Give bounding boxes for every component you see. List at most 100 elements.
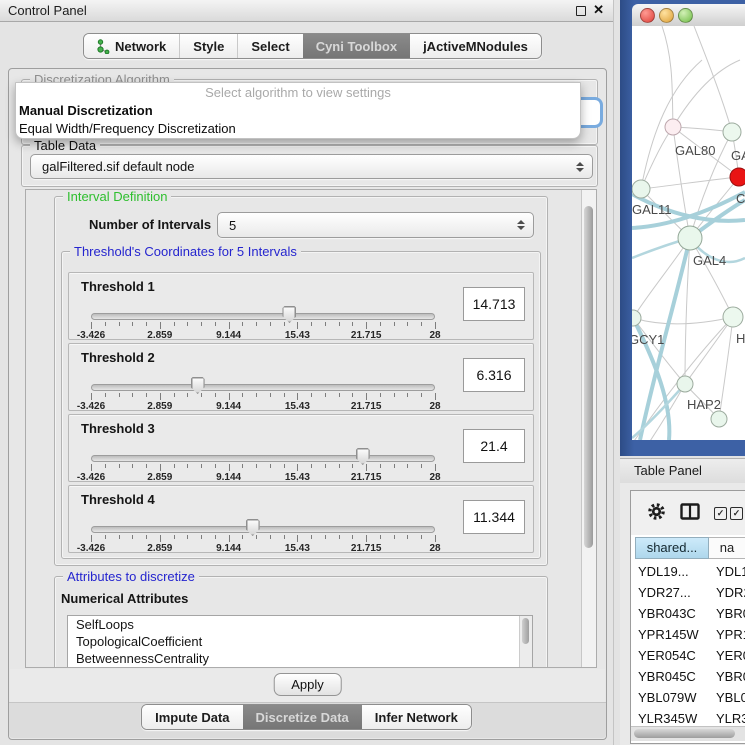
tab-network[interactable]: Network — [84, 34, 179, 58]
cell-shared-name[interactable]: YBR045C — [631, 666, 709, 687]
cell-name[interactable]: YDR2 — [709, 582, 745, 603]
dropdown-option-manual-discretization[interactable]: Manual Discretization — [16, 102, 580, 120]
tab-style[interactable]: Style — [179, 34, 237, 58]
threshold-3-label: Threshold 3 — [81, 421, 155, 436]
attribute-item[interactable]: TopologicalCoefficient — [68, 633, 532, 650]
table-row[interactable]: YDL19...YDL1 — [631, 561, 745, 582]
close-icon[interactable]: ✕ — [593, 2, 604, 18]
table-data-combobox[interactable]: galFiltered.sif default node — [30, 154, 593, 179]
column-header-shared-name[interactable]: shared... — [635, 537, 709, 559]
minimize-traffic-light-icon[interactable] — [659, 8, 674, 23]
apply-button[interactable]: Apply — [273, 673, 342, 696]
tick-mark — [394, 464, 395, 468]
tick-mark — [380, 535, 381, 539]
checkbox-icon[interactable]: ✓ — [714, 507, 727, 520]
network-node-c[interactable] — [730, 168, 745, 186]
table-horizontal-scrollbar[interactable] — [631, 726, 745, 741]
tick-mark — [421, 393, 422, 397]
table-row[interactable]: YBL079WYBL0 — [631, 687, 745, 708]
cell-shared-name[interactable]: YPR145W — [631, 624, 709, 645]
cell-name[interactable]: YDL1 — [709, 561, 745, 582]
network-node-gal11[interactable] — [632, 180, 650, 198]
tab-jactivemnodules[interactable]: jActiveMNodules — [410, 34, 541, 58]
network-node-gal4[interactable] — [678, 226, 702, 250]
table-row[interactable]: YLR345WYLR3 — [631, 708, 745, 726]
slider-track[interactable] — [91, 526, 435, 533]
tick-mark — [284, 464, 285, 468]
tab-impute-data[interactable]: Impute Data — [142, 705, 242, 729]
close-traffic-light-icon[interactable] — [640, 8, 655, 23]
network-graph[interactable]: GAL80GACGAL11GAL4GCY1HHAP2 — [632, 26, 745, 440]
cell-shared-name[interactable]: YBL079W — [631, 687, 709, 708]
cell-shared-name[interactable]: YER054C — [631, 645, 709, 666]
slider-track[interactable] — [91, 313, 435, 320]
slider-scale: -3.4262.8599.14415.4321.71528 — [91, 401, 435, 413]
cell-name[interactable]: YBR0 — [709, 603, 745, 624]
checkbox-icon[interactable]: ✓ — [730, 507, 743, 520]
cell-name[interactable]: YER0 — [709, 645, 745, 666]
attribute-item[interactable]: BetweennessCentrality — [68, 650, 532, 667]
column-header-name[interactable]: na — [709, 537, 745, 559]
slider-handle[interactable] — [191, 377, 205, 394]
threshold-1-value[interactable]: 14.713 — [463, 287, 525, 321]
dropdown-option-equal-width-frequency[interactable]: Equal Width/Frequency Discretization — [16, 120, 580, 138]
cell-name[interactable]: YBR0 — [709, 666, 745, 687]
tick-mark — [242, 393, 243, 397]
tab-discretize-data[interactable]: Discretize Data — [243, 705, 362, 729]
slider-track[interactable] — [91, 384, 435, 391]
network-node-gal80[interactable] — [665, 119, 681, 135]
settings-scrollbar[interactable] — [581, 190, 596, 667]
slider-handle[interactable] — [246, 519, 260, 536]
slider-handle[interactable] — [282, 306, 296, 323]
cell-shared-name[interactable]: YDR27... — [631, 582, 709, 603]
network-canvas[interactable]: GAL80GACGAL11GAL4GCY1HHAP2 — [632, 26, 745, 440]
network-node-gcy1[interactable] — [632, 310, 641, 326]
tick-mark — [229, 322, 230, 329]
tick-mark — [132, 535, 133, 539]
threshold-4-value[interactable]: 11.344 — [463, 500, 525, 534]
number-of-intervals-combobox[interactable]: 5 — [217, 212, 534, 238]
tab-select[interactable]: Select — [237, 34, 302, 58]
threshold-4-slider[interactable]: -3.4262.8599.14415.4321.71528 — [91, 522, 435, 550]
threshold-1-slider[interactable]: -3.4262.8599.14415.4321.71528 — [91, 309, 435, 337]
threshold-2-slider[interactable]: -3.4262.8599.14415.4321.71528 — [91, 380, 435, 408]
slider-track[interactable] — [91, 455, 435, 462]
table-row[interactable]: YPR145WYPR1 — [631, 624, 745, 645]
threshold-2-value[interactable]: 6.316 — [463, 358, 525, 392]
tick-mark — [174, 535, 175, 539]
table-row[interactable]: YDR27...YDR2 — [631, 582, 745, 603]
network-node[interactable] — [711, 411, 727, 427]
network-node-ga[interactable] — [723, 123, 741, 141]
cell-shared-name[interactable]: YBR043C — [631, 603, 709, 624]
float-window-icon[interactable] — [576, 6, 586, 16]
cyni-mode-tabs: Impute DataDiscretize DataInfer Network — [141, 704, 472, 730]
network-node-h[interactable] — [723, 307, 743, 327]
table-row[interactable]: YBR043CYBR0 — [631, 603, 745, 624]
network-node-hap2[interactable] — [677, 376, 693, 392]
cell-name[interactable]: YBL0 — [709, 687, 745, 708]
table-panel-titlebar: Table Panel — [620, 458, 745, 484]
cell-shared-name[interactable]: YLR345W — [631, 708, 709, 726]
tick-mark — [435, 393, 436, 400]
cell-name[interactable]: YLR3 — [709, 708, 745, 726]
table-row[interactable]: YER054CYER0 — [631, 645, 745, 666]
cell-name[interactable]: YPR1 — [709, 624, 745, 645]
attribute-item[interactable]: SelfLoops — [68, 616, 532, 633]
threshold-3-value[interactable]: 21.4 — [463, 429, 525, 463]
tab-cyni-toolbox[interactable]: Cyni Toolbox — [303, 34, 410, 58]
cell-shared-name[interactable]: YDL19... — [631, 561, 709, 582]
attributes-list-scrollbar[interactable] — [519, 616, 532, 668]
gear-icon[interactable] — [647, 502, 666, 524]
tick-mark — [380, 393, 381, 397]
numerical-attributes-list[interactable]: SelfLoopsTopologicalCoefficientBetweenne… — [67, 615, 533, 668]
tick-mark — [311, 535, 312, 539]
panel-title: Control Panel — [8, 3, 87, 18]
table-row[interactable]: YBR045CYBR0 — [631, 666, 745, 687]
tick-mark — [366, 535, 367, 542]
split-view-icon[interactable] — [680, 503, 700, 523]
slider-handle[interactable] — [356, 448, 370, 465]
tab-infer-network[interactable]: Infer Network — [362, 705, 471, 729]
tick-mark — [311, 393, 312, 397]
zoom-traffic-light-icon[interactable] — [678, 8, 693, 23]
threshold-3-slider[interactable]: -3.4262.8599.14415.4321.71528 — [91, 451, 435, 479]
